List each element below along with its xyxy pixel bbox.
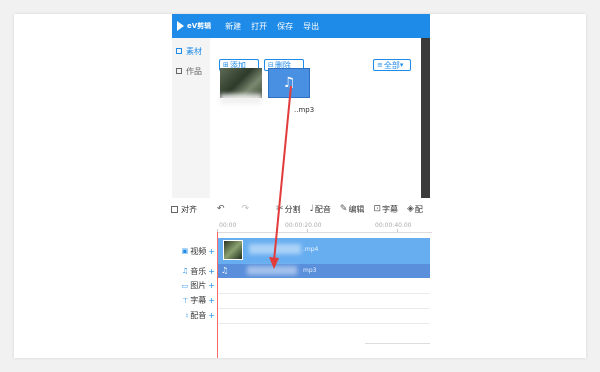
arrow-head-icon: [269, 257, 279, 269]
arrow-line: [273, 85, 292, 262]
screenshot-frame: eV剪辑 新建 打开 保存 导出 素材 作品 ⊞ 添加 ⊟ 删除 ≡ 全部 ▾: [14, 14, 586, 358]
annotation-arrow: [269, 85, 292, 269]
